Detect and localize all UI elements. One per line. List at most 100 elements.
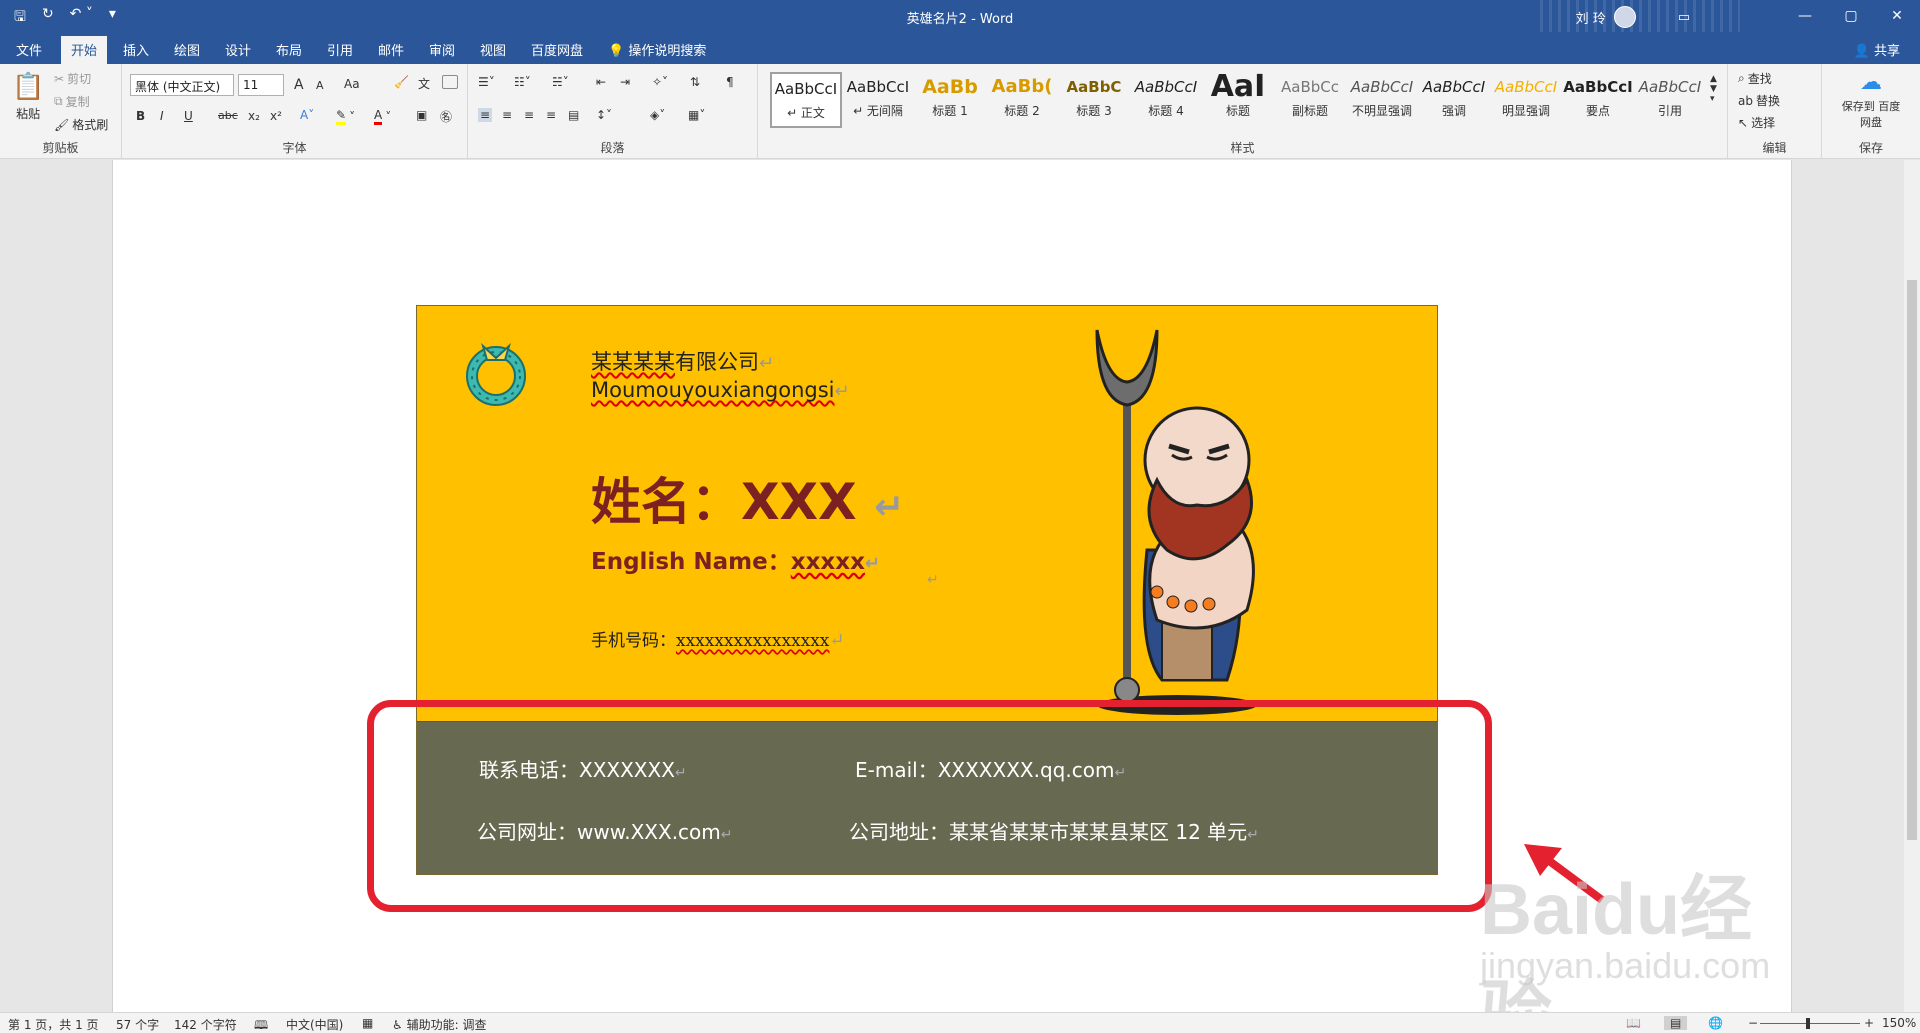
- show-marks-icon[interactable]: ¶: [726, 75, 734, 89]
- tab-mailings[interactable]: 邮件: [378, 40, 404, 59]
- user-account[interactable]: 刘 玲 ▭: [1576, 6, 1690, 28]
- company-cn: 某某某某有限公司↵: [591, 346, 774, 376]
- align-center-icon[interactable]: ≡: [502, 108, 512, 122]
- share-button[interactable]: 👤 共享: [1854, 40, 1900, 59]
- avatar[interactable]: [1613, 6, 1636, 28]
- minimize-button[interactable]: —: [1782, 0, 1828, 32]
- shrink-font-button[interactable]: A: [316, 79, 324, 92]
- chinese-layout-icon[interactable]: ✧˅: [652, 75, 668, 89]
- style-title[interactable]: AaI 标题: [1202, 72, 1274, 128]
- style-heading-1[interactable]: AaBb 标题 1: [914, 72, 986, 128]
- select-button[interactable]: ↖ 选择: [1738, 114, 1775, 131]
- justify-icon[interactable]: ≡: [546, 108, 556, 122]
- style-no-spacing[interactable]: AaBbCcI ↵ 无间隔: [842, 72, 914, 128]
- style-emphasis[interactable]: AaBbCcI 强调: [1418, 72, 1490, 128]
- font-color-icon[interactable]: A ˅: [374, 108, 391, 125]
- page-count[interactable]: 第 1 页，共 1 页: [8, 1016, 99, 1033]
- enclose-char-icon[interactable]: ㊔: [440, 108, 452, 125]
- style-name: 标题 4: [1148, 104, 1184, 118]
- style-heading-2[interactable]: AaBb(标题 2: [986, 72, 1058, 128]
- find-button[interactable]: ⌕ 查找: [1738, 70, 1772, 87]
- restore-button[interactable]: ▢: [1828, 0, 1874, 32]
- style-heading-4[interactable]: AaBbCcI 标题 4: [1130, 72, 1202, 128]
- zoom-in-icon[interactable]: +: [1864, 1016, 1874, 1030]
- borders-icon[interactable]: ▦˅: [688, 108, 705, 122]
- increase-indent-icon[interactable]: ⇥: [620, 75, 630, 89]
- style-quote[interactable]: AaBbCcI 引用: [1634, 72, 1706, 128]
- style-normal[interactable]: AaBbCcI ↵ 正文: [770, 72, 842, 128]
- tab-draw[interactable]: 绘图: [174, 40, 200, 59]
- zoom-slider-thumb[interactable]: [1806, 1018, 1810, 1029]
- tab-design[interactable]: 设计: [225, 40, 251, 59]
- char-count[interactable]: 142 个字符: [174, 1016, 237, 1033]
- char-shading-icon[interactable]: ▣: [416, 108, 427, 122]
- italic-button[interactable]: I: [160, 109, 164, 123]
- strikethrough-button[interactable]: abc: [218, 109, 238, 122]
- style-strong[interactable]: AaBbCcI 要点: [1562, 72, 1634, 128]
- zoom-slider[interactable]: [1760, 1023, 1860, 1024]
- word-count[interactable]: 57 个字: [116, 1016, 159, 1033]
- style-intense-emphasis[interactable]: AaBbCcI 明显强调: [1490, 72, 1562, 128]
- paste-button[interactable]: 📋 粘贴: [12, 72, 44, 122]
- style-subtle-emphasis[interactable]: AaBbCcI 不明显强调: [1346, 72, 1418, 128]
- tab-references[interactable]: 引用: [327, 40, 353, 59]
- macro-icon[interactable]: ▦: [362, 1016, 373, 1030]
- superscript-button[interactable]: x²: [270, 109, 282, 123]
- cut-button[interactable]: ✂ 剪切: [54, 70, 91, 87]
- line-spacing-icon[interactable]: ↕˅: [596, 108, 612, 122]
- phonetic-guide-icon[interactable]: 文: [418, 75, 430, 92]
- ribbon-display-icon[interactable]: ▭: [1678, 10, 1690, 25]
- style-subtitle[interactable]: AaBbCc 副标题: [1274, 72, 1346, 128]
- tab-baidu-netdisk[interactable]: 百度网盘: [531, 40, 583, 59]
- copy-icon: ⧉: [54, 94, 63, 108]
- read-mode-icon[interactable]: 📖: [1626, 1016, 1641, 1030]
- vertical-scrollbar[interactable]: [1904, 160, 1920, 1012]
- format-painter-button[interactable]: 🖌 格式刷: [54, 116, 108, 133]
- close-button[interactable]: ✕: [1874, 0, 1920, 32]
- text-effects-icon[interactable]: A˅: [300, 108, 314, 122]
- font-size-select[interactable]: 11: [238, 74, 284, 96]
- bold-button[interactable]: B: [136, 109, 145, 123]
- subscript-button[interactable]: x₂: [248, 109, 260, 123]
- numbering-icon[interactable]: ☷˅: [514, 75, 531, 89]
- zoom-out-icon[interactable]: −: [1748, 1016, 1758, 1030]
- shading-icon[interactable]: ◈˅: [650, 108, 665, 122]
- print-layout-icon[interactable]: ▤: [1664, 1016, 1688, 1030]
- highlight-color-icon[interactable]: ✎ ˅: [336, 108, 355, 125]
- distributed-icon[interactable]: ▤: [568, 108, 579, 122]
- save-to-baidu-button[interactable]: ☁ 保存到 百度网盘: [1828, 70, 1914, 130]
- tab-home[interactable]: 开始: [61, 36, 108, 67]
- underline-button[interactable]: U: [184, 109, 193, 123]
- accessibility-status[interactable]: ♿ 辅助功能: 调查: [392, 1016, 486, 1033]
- multilevel-list-icon[interactable]: ☵˅: [552, 75, 569, 89]
- accessibility-icon: ♿: [392, 1018, 403, 1032]
- tab-view[interactable]: 视图: [480, 40, 506, 59]
- zoom-level[interactable]: 150%: [1882, 1016, 1916, 1030]
- font-group-label: 字体: [282, 141, 307, 155]
- bullets-icon[interactable]: ☰˅: [478, 75, 495, 89]
- font-family-select[interactable]: 黑体 (中文正文): [130, 74, 234, 96]
- tab-layout[interactable]: 布局: [276, 40, 302, 59]
- watermark-text: Baidu经验: [1480, 870, 1753, 1033]
- proofing-icon[interactable]: 🕮: [254, 1016, 268, 1033]
- copy-button[interactable]: ⧉ 复制: [54, 93, 90, 110]
- grow-font-button[interactable]: A: [294, 77, 304, 93]
- person-icon: 👤: [1853, 44, 1870, 59]
- decrease-indent-icon[interactable]: ⇤: [596, 75, 606, 89]
- align-right-icon[interactable]: ≡: [524, 108, 534, 122]
- replace-button[interactable]: ab 替换: [1738, 92, 1780, 109]
- tab-file[interactable]: 文件: [16, 40, 42, 59]
- sort-icon[interactable]: ⇅: [690, 75, 700, 89]
- styles-scroll-icon[interactable]: ▲ ▼ ▾: [1710, 74, 1717, 104]
- change-case-button[interactable]: Aa: [344, 77, 360, 91]
- style-heading-3[interactable]: AaBbC 标题 3: [1058, 72, 1130, 128]
- tab-review[interactable]: 审阅: [429, 40, 455, 59]
- clear-format-icon[interactable]: 🧹: [394, 75, 409, 89]
- language[interactable]: 中文(中国): [286, 1016, 343, 1033]
- tab-insert[interactable]: 插入: [123, 40, 149, 59]
- scrollbar-thumb[interactable]: [1907, 280, 1917, 840]
- web-layout-icon[interactable]: 🌐: [1708, 1016, 1723, 1030]
- char-border-icon[interactable]: [442, 75, 458, 89]
- tell-me-search[interactable]: 💡 操作说明搜索: [608, 40, 706, 59]
- align-left-icon[interactable]: ≡: [478, 108, 493, 122]
